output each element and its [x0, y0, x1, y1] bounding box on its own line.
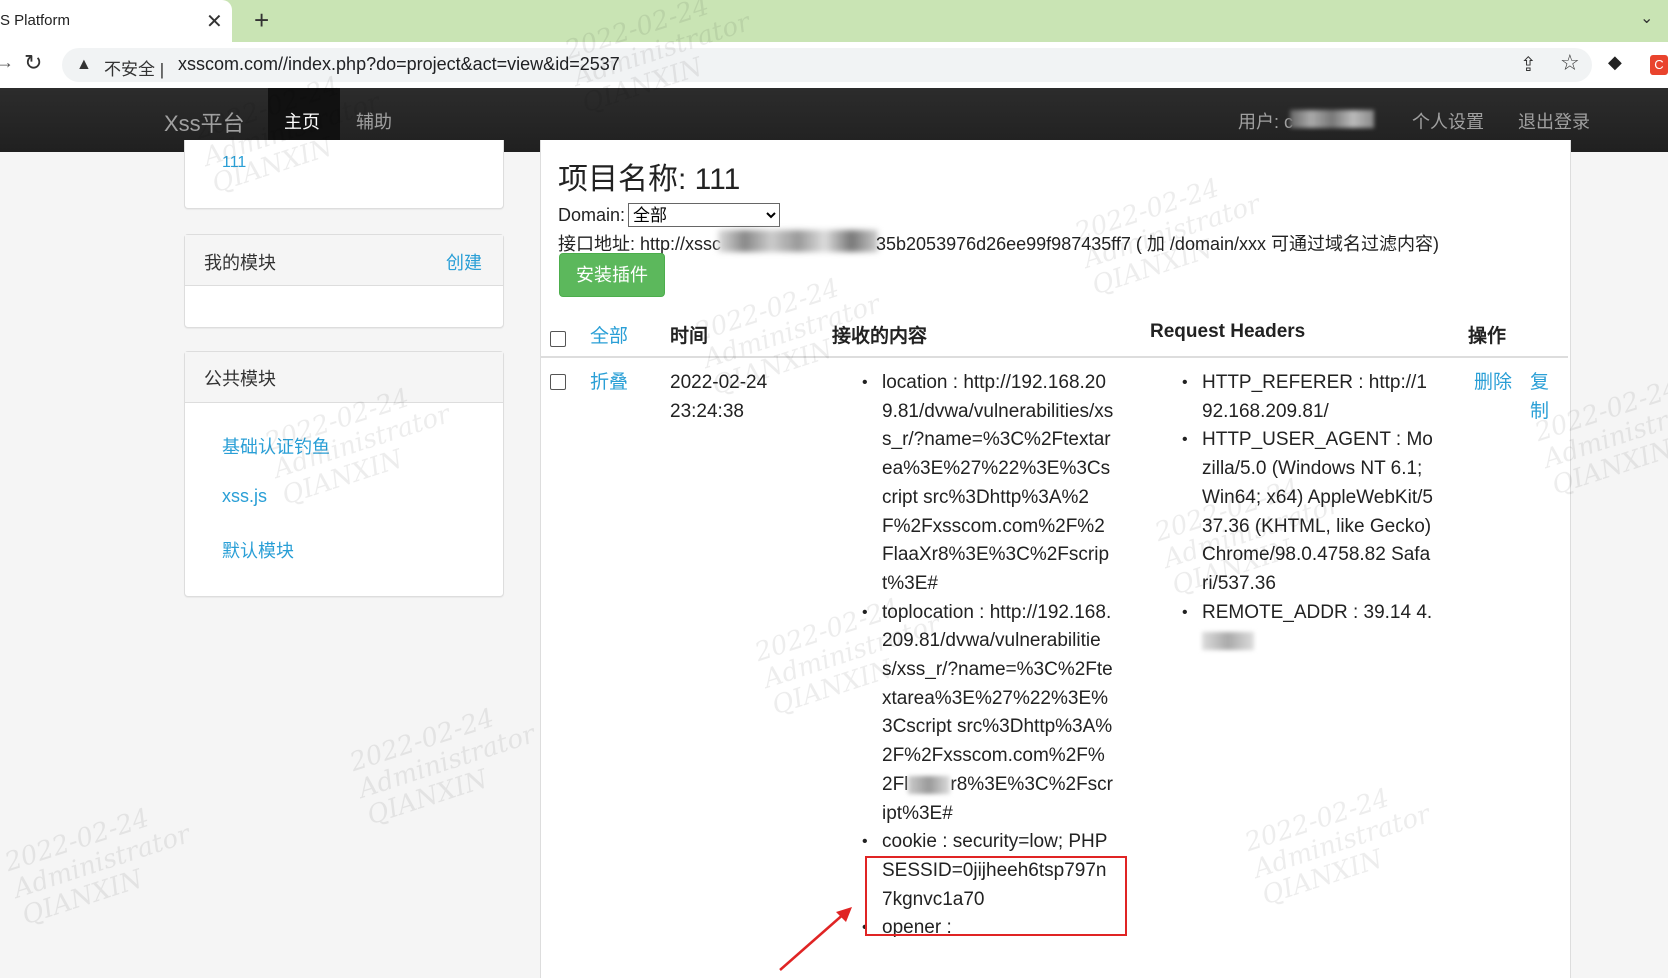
- api-address-rest: 35b2053976d26ee99f987435ff7 ( 加 /domain/…: [876, 234, 1439, 254]
- row-time: 2022-02-24 23:24:38: [670, 369, 767, 426]
- redacted-api-key: [718, 230, 878, 252]
- content-item-location: location : http://192.168.209.81/dvwa/vu…: [862, 369, 1114, 599]
- install-plugin-button[interactable]: 安装插件: [559, 253, 665, 297]
- header-item-user-agent: HTTP_USER_AGENT : Mozilla/5.0 (Windows N…: [1182, 426, 1434, 598]
- close-tab-icon[interactable]: ✕: [206, 9, 223, 34]
- share-icon[interactable]: ⇪: [1520, 52, 1537, 77]
- reload-icon[interactable]: ↻: [24, 50, 42, 76]
- copy-link[interactable]: 复制: [1530, 369, 1556, 426]
- table-header-divider: [541, 356, 1568, 358]
- col-ops-header: 操作: [1468, 326, 1507, 347]
- red-arrow-icon: [779, 907, 852, 971]
- project-panel: [184, 140, 504, 209]
- redacted-ip: [1202, 632, 1254, 651]
- header-item-remote-addr: REMOTE_ADDR : 39.14 4.: [1182, 599, 1434, 656]
- create-module-link[interactable]: 创建: [446, 249, 482, 275]
- select-all-checkbox[interactable]: [550, 331, 566, 347]
- new-tab-icon[interactable]: +: [254, 5, 269, 36]
- insecure-label[interactable]: 不安全 |: [104, 55, 164, 80]
- project-title: 项目名称: 111: [558, 163, 741, 196]
- toggle-all-link[interactable]: 全部: [590, 321, 628, 348]
- col-time-header: 时间: [670, 326, 709, 347]
- redacted-token: [908, 775, 951, 794]
- my-modules-title: 我的模块: [204, 253, 276, 273]
- watermark: 2022-02-24AdministratorQIANXIN: [346, 703, 539, 832]
- nav-logout[interactable]: 退出登录: [1518, 108, 1590, 134]
- tab-search-icon[interactable]: ⌄: [1640, 8, 1653, 28]
- bookmark-star-icon[interactable]: ☆: [1560, 50, 1580, 76]
- content-item-toplocation: toplocation : http://192.168.209.81/dvwa…: [862, 599, 1114, 829]
- domain-label: Domain:: [558, 205, 626, 225]
- warning-icon[interactable]: ▲: [76, 56, 92, 74]
- tab-title: S Platform: [0, 12, 71, 29]
- nav-home[interactable]: 主页: [284, 108, 320, 134]
- row-checkbox[interactable]: [550, 374, 566, 390]
- extension-c-icon[interactable]: C: [1650, 55, 1668, 75]
- back-icon[interactable]: →: [0, 52, 14, 73]
- col-headers-header: Request Headers: [1150, 321, 1306, 342]
- project-link[interactable]: 111: [222, 154, 246, 172]
- nav-user[interactable]: 用户: c: [1238, 108, 1293, 134]
- delete-link[interactable]: 删除: [1474, 369, 1512, 398]
- url-text[interactable]: xsscom.com//index.php?do=project&act=vie…: [178, 54, 620, 75]
- remote-addr-tail: 4.: [1416, 601, 1433, 623]
- public-module-item[interactable]: xss.js: [222, 486, 267, 507]
- row-clock: 23:24:38: [670, 400, 744, 422]
- remote-addr-text: REMOTE_ADDR : 39.14: [1202, 601, 1412, 623]
- cookie-highlight-box: [865, 856, 1127, 936]
- domain-select[interactable]: 全部: [628, 203, 780, 227]
- header-item-referer: HTTP_REFERER : http://192.168.209.81/: [1182, 369, 1434, 426]
- collapse-link[interactable]: 折叠: [590, 369, 628, 398]
- col-content-header: 接收的内容: [832, 326, 928, 347]
- public-modules-title: 公共模块: [204, 369, 276, 389]
- toplocation-text: toplocation : http://192.168.209.81/dvwa…: [882, 601, 1113, 795]
- redacted-username: [1290, 110, 1374, 128]
- row-date: 2022-02-24: [670, 372, 768, 393]
- public-module-item[interactable]: 默认模块: [222, 537, 294, 563]
- site-brand[interactable]: Xss平台: [164, 106, 245, 138]
- extension-icon[interactable]: ◆: [1608, 52, 1622, 73]
- public-module-item[interactable]: 基础认证钓鱼: [222, 433, 330, 459]
- request-headers-cell: HTTP_REFERER : http://192.168.209.81/ HT…: [1182, 369, 1434, 656]
- nav-settings[interactable]: 个人设置: [1412, 108, 1484, 134]
- watermark: 2022-02-24AdministratorQIANXIN: [1, 803, 194, 932]
- tab-strip: [0, 0, 1668, 42]
- nav-assist[interactable]: 辅助: [356, 108, 392, 134]
